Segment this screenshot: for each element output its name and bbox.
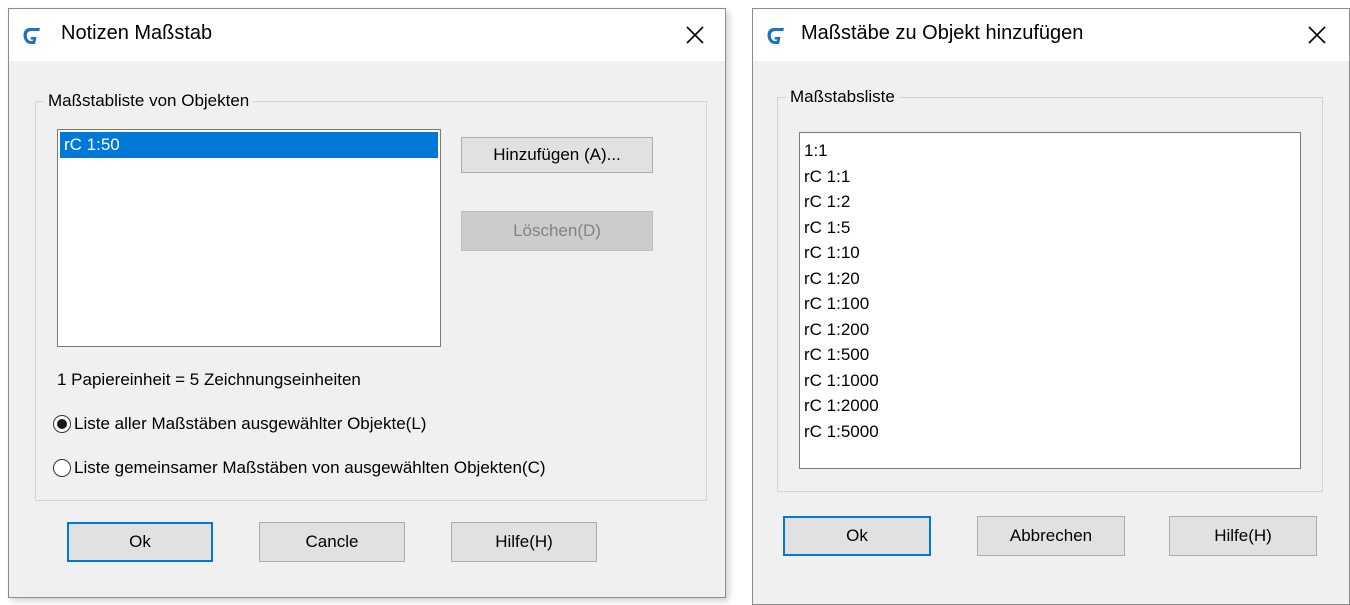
scale-list[interactable]: 1:1 rC 1:1 rC 1:2 rC 1:5 rC 1:10 rC 1:20 rC 1:… <box>799 132 1301 469</box>
list-item[interactable]: rC 1:200 <box>800 317 1300 343</box>
radio-label: Liste gemeinsamer Maßstäben von ausgewäh… <box>74 458 546 477</box>
cancel-button[interactable]: Abbrechen <box>977 516 1125 556</box>
list-item[interactable]: rC 1:5 <box>800 215 1300 241</box>
object-scale-list[interactable]: rC 1:50 <box>57 129 441 347</box>
notizen-massstab-dialog: Notizen Maßstab Maßstabliste von Objekte… <box>8 8 726 598</box>
ok-button[interactable]: Ok <box>783 516 931 556</box>
list-item[interactable]: rC 1:500 <box>800 342 1300 368</box>
close-icon <box>686 26 704 44</box>
add-scales-dialog: Maßstäbe zu Objekt hinzufügen Maßstabsli… <box>752 8 1350 605</box>
radio-label: Liste aller Maßstäben ausgewählter Objek… <box>74 414 427 433</box>
list-item[interactable]: 1:1 <box>800 138 1300 164</box>
close-button[interactable] <box>1297 17 1337 53</box>
dialog-title: Notizen Maßstab <box>61 22 213 44</box>
radio-all-scales[interactable]: Liste aller Maßstäben ausgewählter Objek… <box>53 414 426 434</box>
add-button[interactable]: Hinzufügen (A)... <box>461 137 653 173</box>
radio-button[interactable] <box>53 459 71 477</box>
help-button[interactable]: Hilfe(H) <box>451 522 597 562</box>
group-label: Maßstabsliste <box>786 86 899 108</box>
ok-button[interactable]: Ok <box>67 522 213 562</box>
list-item[interactable]: rC 1:50 <box>60 132 438 158</box>
list-item[interactable]: rC 1:2 <box>800 189 1300 215</box>
help-button[interactable]: Hilfe(H) <box>1169 516 1317 556</box>
gstarcad-logo-icon <box>767 28 784 44</box>
dialog-title: Maßstäbe zu Objekt hinzufügen <box>801 22 1084 44</box>
cancel-button[interactable]: Cancle <box>259 522 405 562</box>
list-item[interactable]: rC 1:5000 <box>800 419 1300 445</box>
radio-button[interactable] <box>53 415 71 433</box>
list-item[interactable]: rC 1:100 <box>800 291 1300 317</box>
list-item[interactable]: rC 1:20 <box>800 266 1300 292</box>
unit-ratio-text: 1 Papiereinheit = 5 Zeichnungseinheiten <box>57 370 361 389</box>
list-item[interactable]: rC 1:1000 <box>800 368 1300 394</box>
group-label: Maßstabliste von Objekten <box>44 90 254 112</box>
list-item[interactable]: rC 1:2000 <box>800 393 1300 419</box>
list-item[interactable]: rC 1:1 <box>800 164 1300 190</box>
close-icon <box>1308 26 1326 44</box>
gstarcad-logo-icon <box>23 28 40 44</box>
title-bar[interactable]: Notizen Maßstab <box>9 9 725 61</box>
close-button[interactable] <box>675 17 715 53</box>
list-item[interactable]: rC 1:10 <box>800 240 1300 266</box>
delete-button[interactable]: Löschen(D) <box>461 211 653 251</box>
radio-common-scales[interactable]: Liste gemeinsamer Maßstäben von ausgewäh… <box>53 458 546 478</box>
title-bar[interactable]: Maßstäbe zu Objekt hinzufügen <box>753 9 1349 61</box>
